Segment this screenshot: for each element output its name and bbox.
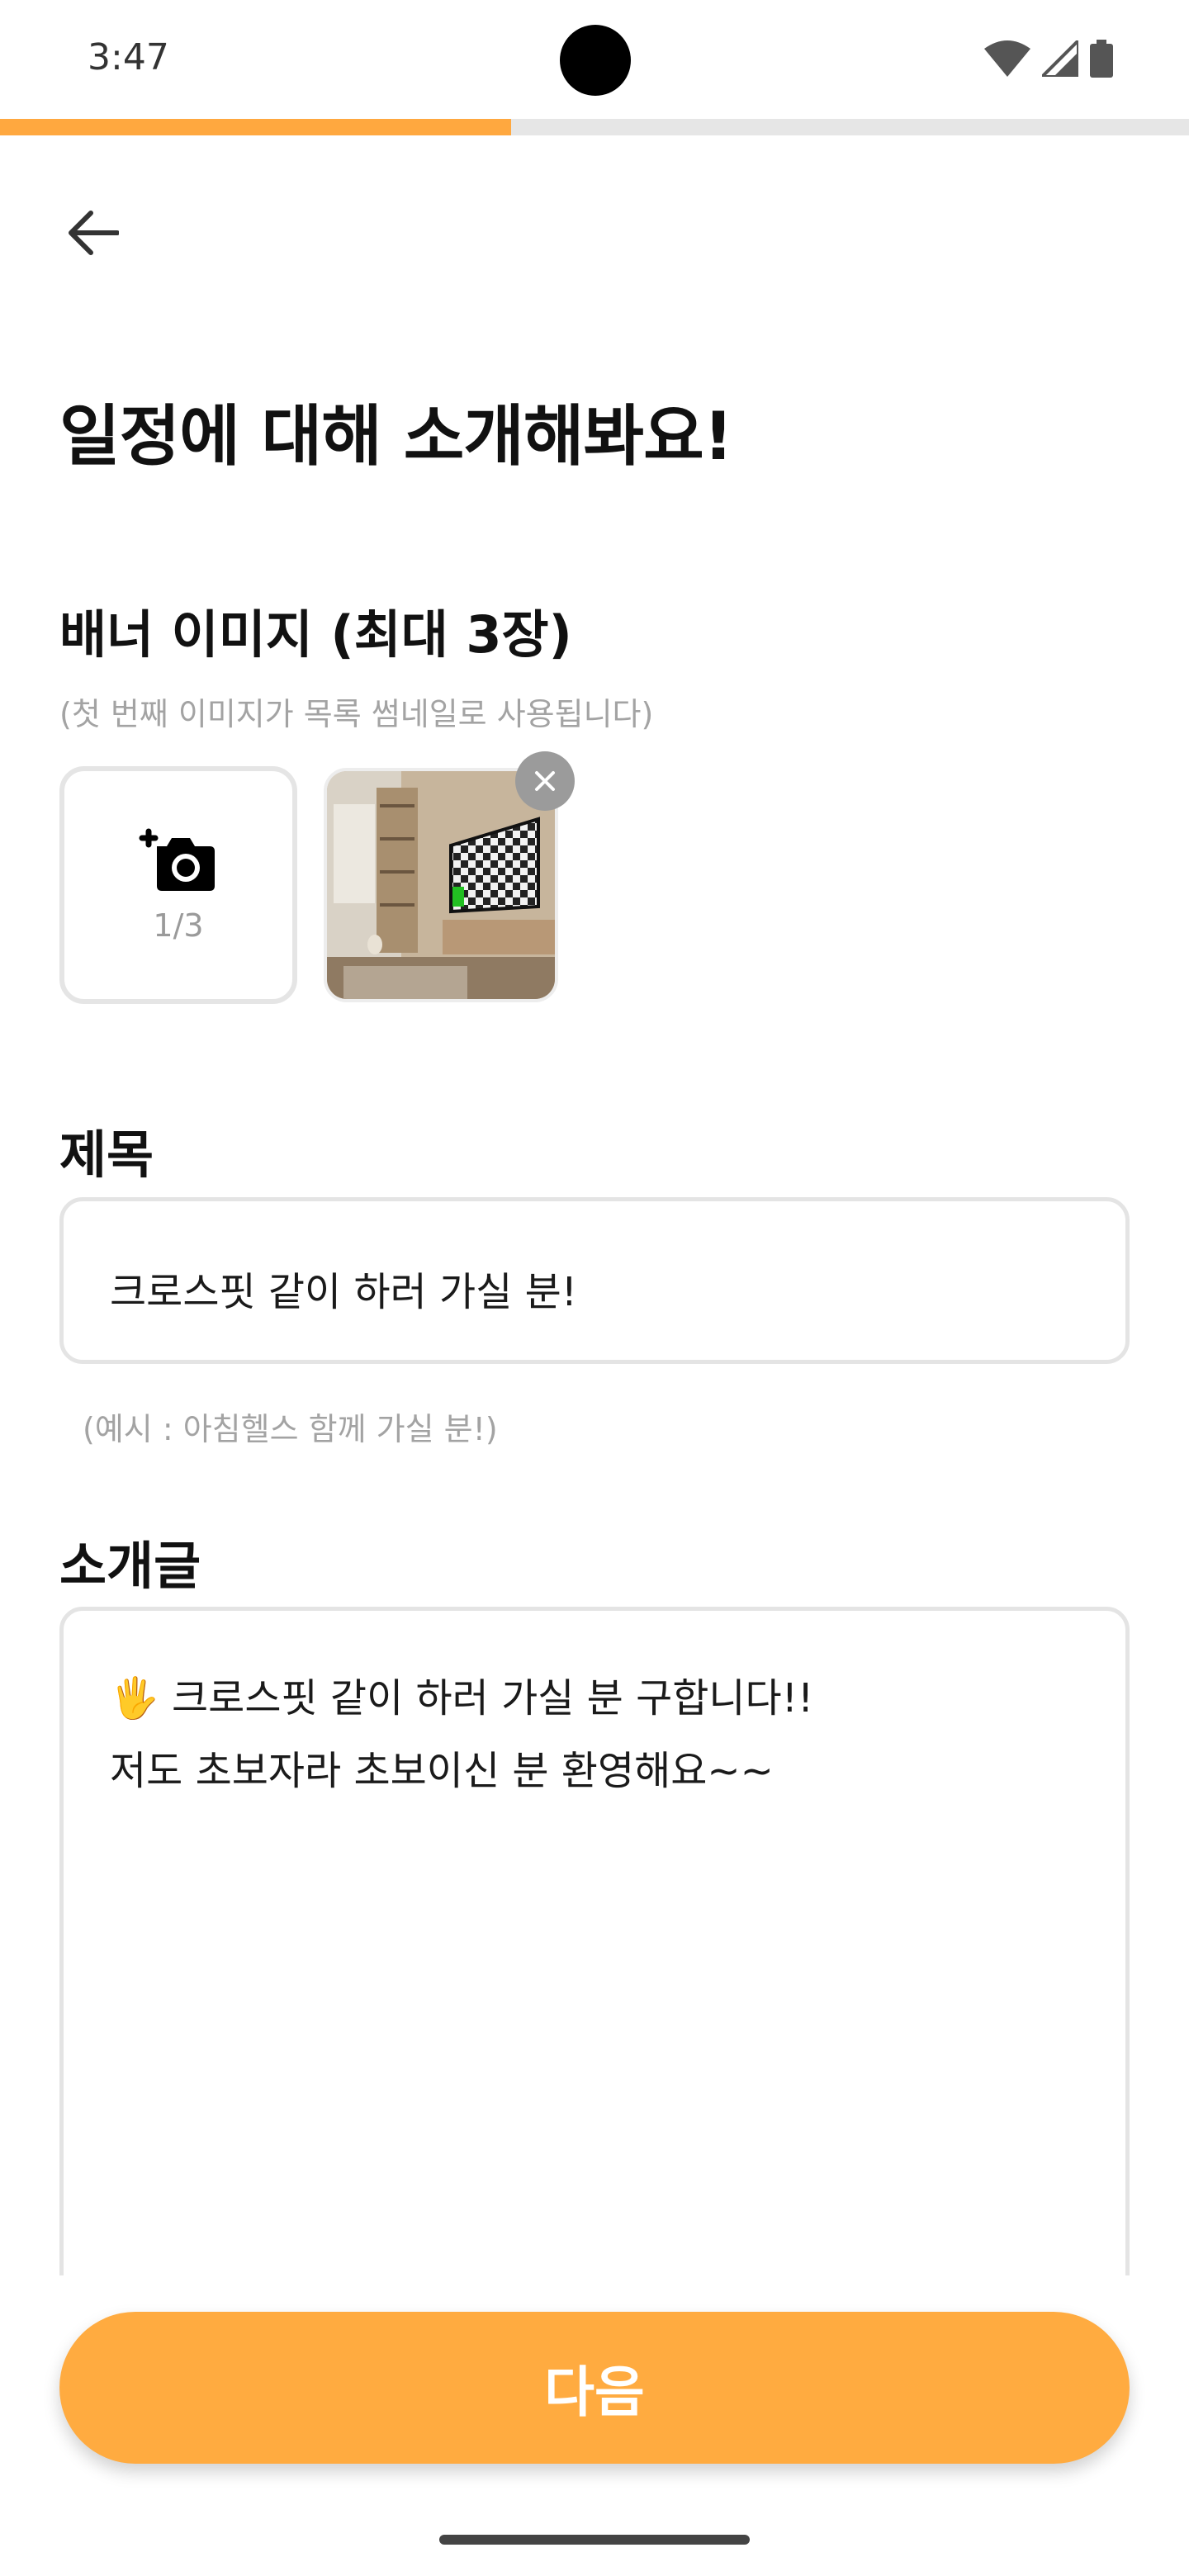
back-button[interactable]	[58, 198, 127, 268]
title-input-value: 크로스핏 같이 하러 가실 분!	[110, 1269, 578, 1315]
page-title: 일정에 대해 소개해봐요!	[59, 398, 733, 475]
intro-label: 소개글	[59, 1536, 201, 1596]
signal-icon	[1042, 40, 1078, 77]
screen: 3:47 일정에 대해 소개해봐요! 배너 이미지 (최대 3장) (첫 번째 …	[0, 0, 1189, 2576]
title-hint: (예시 : 아침헬스 함께 가실 분!)	[83, 1411, 498, 1447]
close-icon	[535, 771, 555, 791]
intro-textarea[interactable]: 🖐 크로스핏 같이 하러 가실 분 구합니다!! 저도 초보자라 초보이신 분 …	[59, 1607, 1130, 2350]
title-label: 제목	[59, 1125, 154, 1185]
remove-image-button[interactable]	[515, 751, 575, 811]
intro-line-1: 🖐 크로스핏 같이 하러 가실 분 구합니다!!	[110, 1675, 814, 1721]
home-indicator[interactable]	[439, 2535, 750, 2545]
battery-icon	[1090, 40, 1113, 78]
add-photo-button[interactable]: 1/3	[59, 766, 297, 1004]
progress-fill	[0, 119, 512, 135]
status-icons	[984, 40, 1113, 78]
camera-cutout	[560, 25, 631, 96]
status-bar: 3:47	[0, 0, 1189, 119]
intro-line-2: 저도 초보자라 초보이신 분 환영해요~~	[110, 1748, 774, 1794]
banner-hint: (첫 번째 이미지가 목록 썸네일로 사용됩니다)	[59, 696, 654, 732]
title-input[interactable]: 크로스핏 같이 하러 가실 분!	[59, 1197, 1130, 1364]
banner-thumbnail[interactable]	[324, 768, 558, 1002]
banner-label: 배너 이미지 (최대 3장)	[59, 604, 572, 665]
arrow-left-icon	[69, 211, 119, 255]
status-time: 3:47	[88, 36, 169, 78]
photo-count: 1/3	[153, 907, 204, 944]
room-image	[327, 771, 555, 999]
next-button[interactable]: 다음	[59, 2312, 1130, 2464]
progress-bar	[0, 119, 1189, 135]
wifi-icon	[984, 40, 1030, 77]
add-camera-icon	[139, 828, 215, 891]
